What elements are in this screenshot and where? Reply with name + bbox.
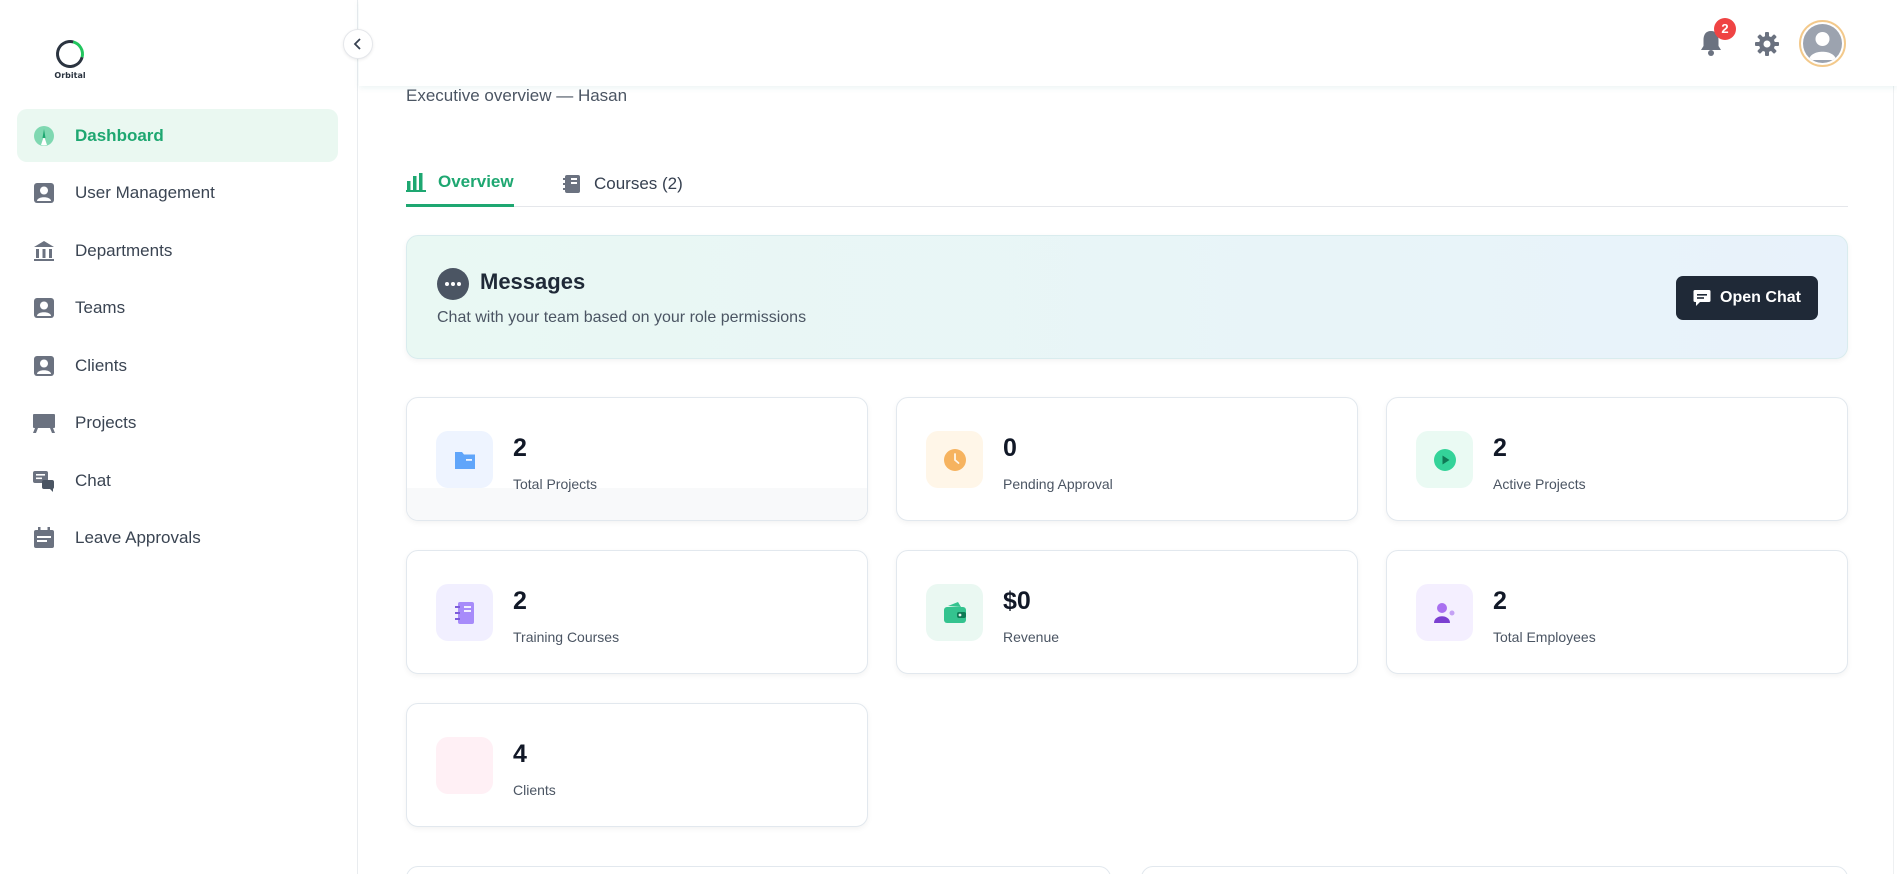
sidebar-item-projects[interactable]: Projects — [17, 397, 338, 450]
sidebar-item-clients[interactable]: Clients — [17, 339, 338, 392]
chat-bubble-icon — [437, 268, 469, 300]
calendar-icon — [33, 527, 55, 549]
stat-card-total-projects[interactable]: 2 Total Projects — [406, 397, 868, 521]
sidebar-item-label: Leave Approvals — [75, 528, 201, 547]
tab-label: Courses (2) — [594, 173, 683, 193]
board-icon — [33, 412, 55, 434]
stat-label: Total Projects — [513, 476, 598, 492]
clients-icon — [436, 737, 493, 794]
folder-icon — [436, 431, 493, 488]
stat-card-clients[interactable]: 4 Clients — [406, 703, 868, 827]
avatar-person-icon — [1803, 24, 1842, 63]
sidebar-item-label: Projects — [75, 413, 137, 432]
sidebar-item-user-management[interactable]: User Management — [17, 167, 338, 220]
page-subtitle: Executive overview — Hasan — [406, 86, 628, 105]
stat-value: 4 — [513, 740, 527, 768]
stat-card-revenue[interactable]: $0 Revenue — [896, 550, 1358, 674]
stat-card-total-employees[interactable]: 2 Total Employees — [1386, 550, 1848, 674]
sidebar-item-departments[interactable]: Departments — [17, 224, 338, 277]
bottom-panel-right — [1141, 866, 1848, 874]
building-icon — [33, 240, 55, 262]
stat-value: 0 — [1003, 434, 1017, 462]
play-icon — [1416, 431, 1473, 488]
tab-overview[interactable]: Overview — [406, 160, 514, 207]
dashboard-gauge-icon — [33, 125, 55, 147]
stat-card-training-courses[interactable]: 2 Training Courses — [406, 550, 868, 674]
sidebar-collapse-button[interactable] — [343, 29, 373, 59]
card-hover-shade — [407, 488, 867, 520]
top-header — [359, 0, 1897, 86]
logo-text: Orbital — [54, 71, 86, 80]
app-root: Orbital Dashboard User Management Depart… — [0, 0, 1897, 874]
sidebar-item-label: Chat — [75, 470, 111, 490]
sidebar-item-label: User Management — [75, 183, 215, 202]
sidebar-item-label: Teams — [75, 298, 126, 317]
notebook-icon — [563, 174, 580, 193]
stat-label: Pending Approval — [1003, 476, 1113, 492]
bottom-panel-left — [406, 866, 1111, 874]
stat-label: Total Employees — [1493, 629, 1596, 645]
message-icon — [1693, 290, 1711, 306]
tab-label: Overview — [438, 172, 514, 191]
sidebar-item-label: Dashboard — [75, 125, 164, 145]
stat-value: 2 — [1493, 587, 1507, 615]
chevron-left-icon — [353, 38, 361, 50]
messages-title: Messages — [480, 269, 586, 294]
sidebar-item-label: Departments — [75, 240, 173, 260]
stat-card-pending-approval[interactable]: 0 Pending Approval — [896, 397, 1358, 521]
messages-description: Chat with your team based on your role p… — [437, 309, 807, 326]
gear-icon — [1755, 32, 1779, 56]
stat-value: 2 — [513, 434, 527, 462]
orbital-logo-icon — [50, 34, 90, 74]
stat-label: Training Courses — [513, 629, 620, 645]
user-avatar[interactable] — [1799, 20, 1846, 67]
sidebar-item-label: Clients — [75, 355, 127, 375]
notification-count-badge: 2 — [1714, 18, 1736, 40]
stat-card-active-projects[interactable]: 2 Active Projects — [1386, 397, 1848, 521]
stat-label: Clients — [513, 782, 556, 798]
messages-card: Messages Chat with your team based on yo… — [406, 235, 1848, 359]
sidebar-item-teams[interactable]: Teams — [17, 282, 338, 335]
tab-courses[interactable]: Courses (2) — [562, 160, 683, 207]
clock-icon — [926, 431, 983, 488]
user-icon — [33, 297, 55, 319]
sidebar-nav: Dashboard User Management Departments Te… — [17, 109, 338, 569]
tab-bar: Overview Courses (2) — [406, 160, 1848, 207]
bar-chart-icon — [406, 173, 426, 192]
page-scrollbar-track[interactable] — [1893, 0, 1894, 874]
stat-value: 2 — [513, 587, 527, 615]
open-chat-button[interactable]: Open Chat — [1676, 276, 1818, 320]
notebook-icon — [436, 584, 493, 641]
stat-value: 2 — [1493, 434, 1507, 462]
wallet-icon — [926, 584, 983, 641]
sidebar-item-dashboard[interactable]: Dashboard — [17, 109, 338, 162]
user-icon — [33, 182, 55, 204]
stat-label: Active Projects — [1493, 476, 1586, 492]
stat-label: Revenue — [1003, 629, 1060, 645]
logo[interactable]: Orbital — [50, 34, 90, 80]
open-chat-label: Open Chat — [1720, 289, 1801, 306]
user-icon — [33, 355, 55, 377]
chat-icon — [33, 470, 55, 492]
sidebar: Orbital Dashboard User Management Depart… — [0, 0, 358, 874]
sidebar-item-leave-approvals[interactable]: Leave Approvals — [17, 512, 338, 565]
settings-button[interactable] — [1754, 31, 1780, 62]
users-icon — [1416, 584, 1473, 641]
stat-value: $0 — [1003, 587, 1031, 615]
sidebar-item-chat[interactable]: Chat — [17, 454, 338, 507]
